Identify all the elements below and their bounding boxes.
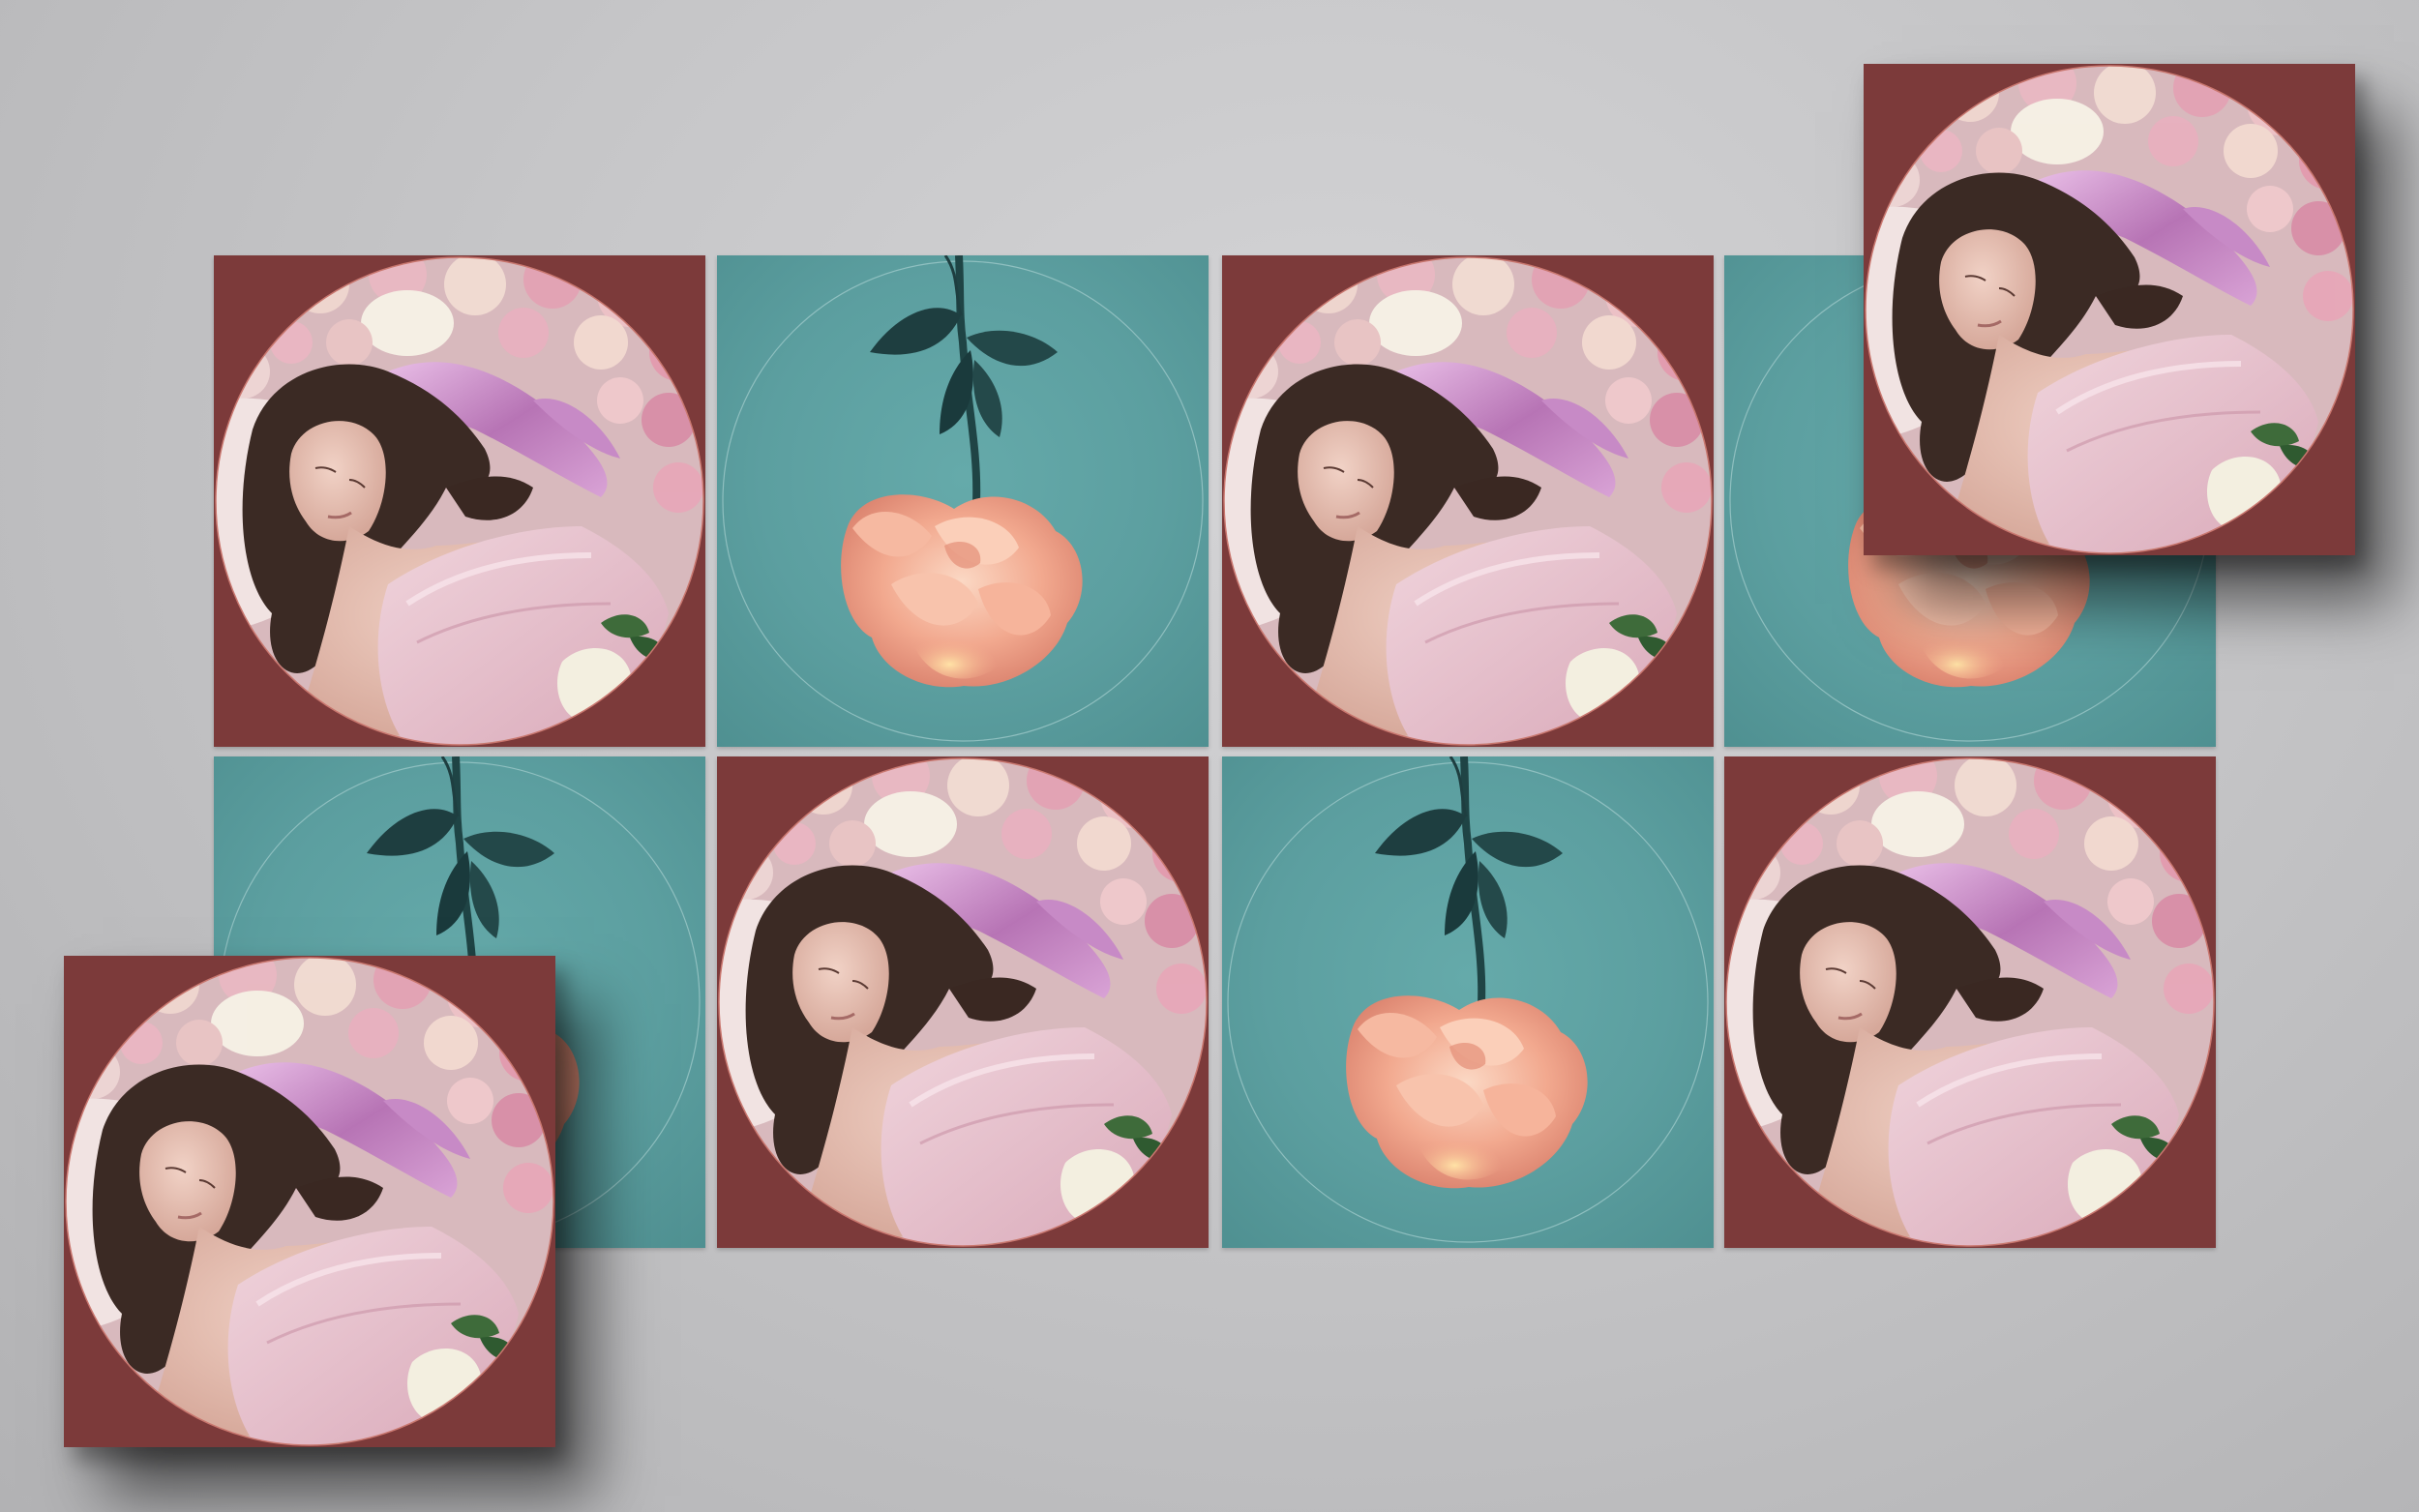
album-cover-portrait [214,255,705,747]
sleeping-woman-portrait-icon [1724,756,2216,1248]
sleeping-woman-portrait-icon [1864,64,2355,555]
album-cover-rose [1222,756,1714,1248]
album-cover-portrait [1222,255,1714,747]
sleeping-woman-portrait-icon [717,756,1209,1248]
album-cover-portrait [717,756,1209,1248]
album-cover-rose [717,255,1209,747]
sleeping-woman-portrait-icon [214,255,705,747]
album-cover-portrait [1724,756,2216,1248]
hanging-rose-icon [717,255,1209,747]
album-cover-portrait-lifted [1864,64,2355,555]
sleeping-woman-portrait-icon [64,956,555,1447]
sleeping-woman-portrait-icon [1222,255,1714,747]
hanging-rose-icon [1222,756,1714,1248]
album-cover-portrait-lifted [64,956,555,1447]
